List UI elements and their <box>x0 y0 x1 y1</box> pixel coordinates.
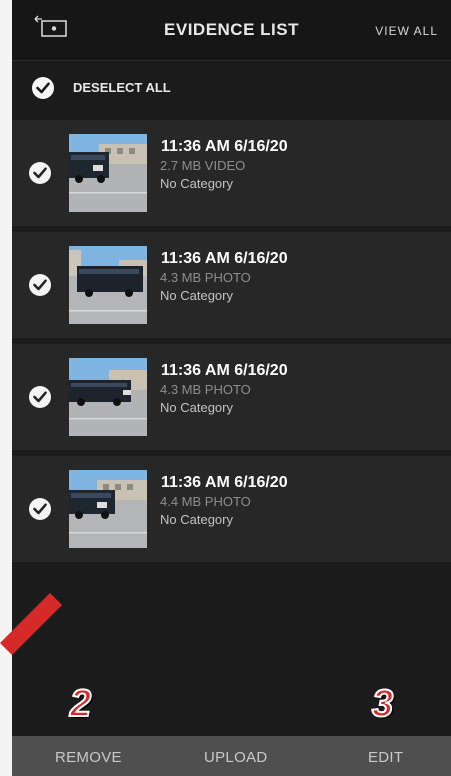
checkmark-icon[interactable] <box>29 162 51 184</box>
evidence-item[interactable]: 11:36 AM 6/16/20 4.3 MB PHOTO No Categor… <box>12 232 451 338</box>
annotation-arrow-icon <box>0 593 62 655</box>
upload-button[interactable]: UPLOAD <box>204 749 268 766</box>
evidence-thumbnail[interactable] <box>69 134 147 212</box>
checkmark-icon[interactable] <box>29 274 51 296</box>
evidence-thumbnail[interactable] <box>69 246 147 324</box>
evidence-list-screen: EVIDENCE LIST VIEW ALL DESELECT ALL 11:3… <box>12 0 451 776</box>
item-size-type: 4.3 MB PHOTO <box>160 270 251 285</box>
checkmark-icon[interactable] <box>32 77 54 99</box>
evidence-thumbnail[interactable] <box>69 470 147 548</box>
item-category: No Category <box>160 512 233 527</box>
item-category: No Category <box>160 400 233 415</box>
deselect-all-row[interactable]: DESELECT ALL <box>12 62 451 116</box>
item-timestamp: 11:36 AM 6/16/20 <box>161 474 288 491</box>
item-timestamp: 11:36 AM 6/16/20 <box>161 138 288 155</box>
bottom-toolbar: REMOVE UPLOAD EDIT <box>12 736 451 776</box>
annotation-number-2: 2 <box>69 682 92 726</box>
edit-button[interactable]: EDIT <box>368 749 403 766</box>
header: EVIDENCE LIST VIEW ALL <box>12 0 451 61</box>
item-timestamp: 11:36 AM 6/16/20 <box>161 362 288 379</box>
item-size-type: 4.4 MB PHOTO <box>160 494 251 509</box>
evidence-item[interactable]: 11:36 AM 6/16/20 4.3 MB PHOTO No Categor… <box>12 344 451 450</box>
checkmark-icon[interactable] <box>29 498 51 520</box>
item-size-type: 2.7 MB VIDEO <box>160 158 246 173</box>
view-all-button[interactable]: VIEW ALL <box>375 24 438 38</box>
deselect-all-label: DESELECT ALL <box>73 80 171 95</box>
remove-button[interactable]: REMOVE <box>55 749 122 766</box>
annotation-number-3: 3 <box>371 682 394 726</box>
evidence-thumbnail[interactable] <box>69 358 147 436</box>
evidence-item[interactable]: 11:36 AM 6/16/20 4.4 MB PHOTO No Categor… <box>12 456 451 562</box>
item-category: No Category <box>160 288 233 303</box>
evidence-item[interactable]: 11:36 AM 6/16/20 2.7 MB VIDEO No Categor… <box>12 120 451 226</box>
checkmark-icon[interactable] <box>29 386 51 408</box>
item-size-type: 4.3 MB PHOTO <box>160 382 251 397</box>
item-category: No Category <box>160 176 233 191</box>
item-timestamp: 11:36 AM 6/16/20 <box>161 250 288 267</box>
